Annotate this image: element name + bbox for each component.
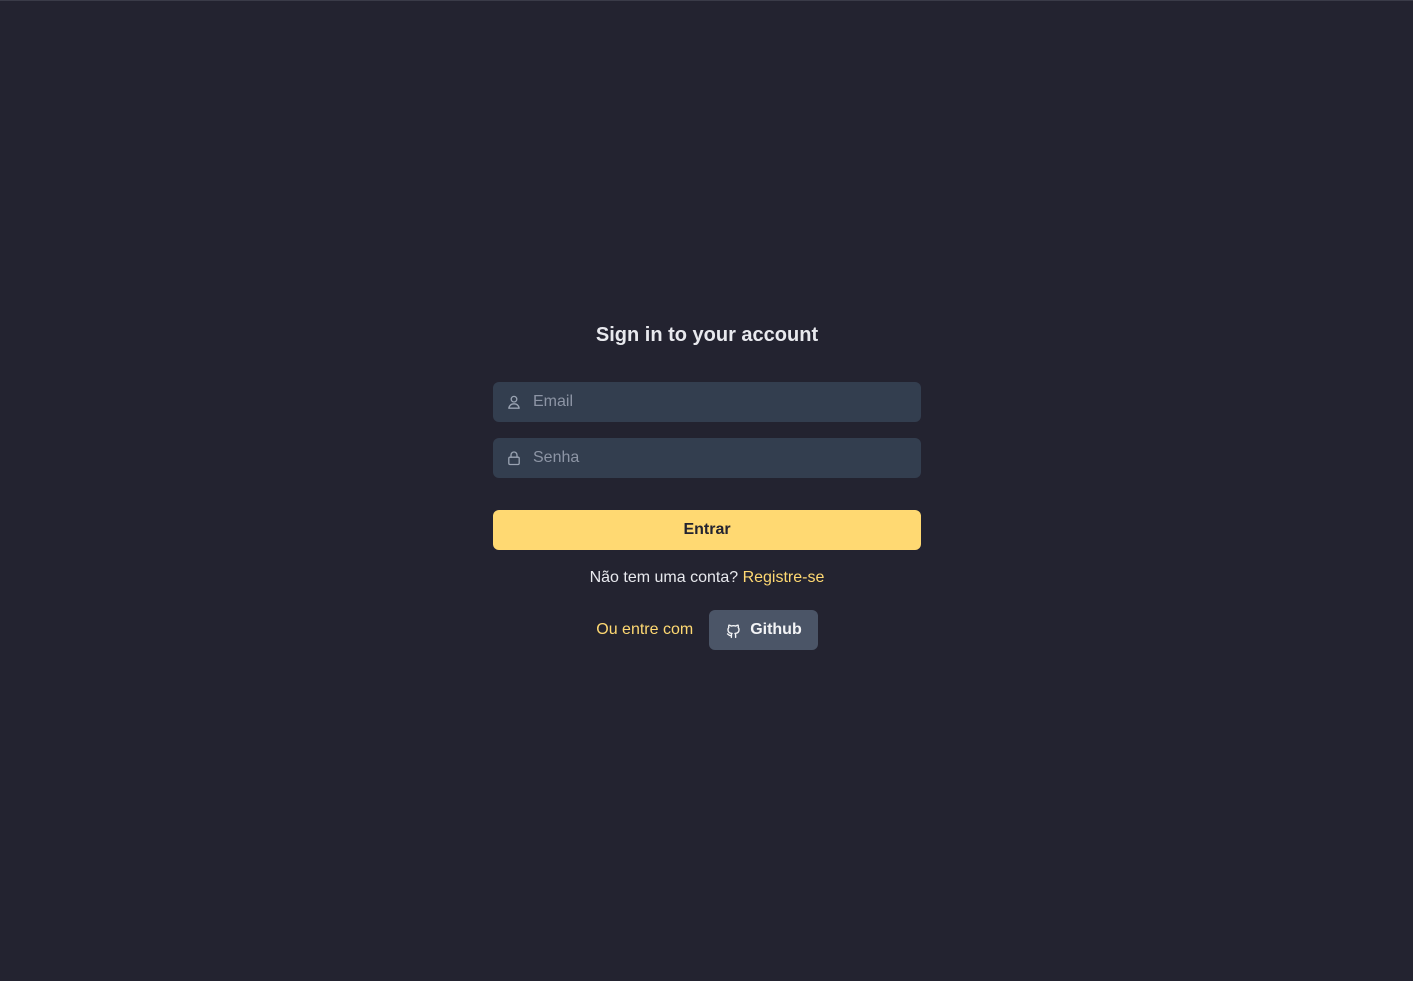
register-link[interactable]: Registre-se [743,569,825,586]
user-icon [508,395,520,409]
submit-button[interactable]: Entrar [493,510,921,550]
lock-icon [508,451,520,466]
login-form: Sign in to your account Entrar Não tem u… [493,319,921,650]
password-field-container [493,438,921,478]
register-prompt: Não tem uma conta? Registre-se [493,566,921,590]
password-input[interactable] [493,438,921,478]
github-icon [727,623,740,638]
email-field-container [493,382,921,422]
page-title: Sign in to your account [595,324,819,346]
social-login: Ou entre com Github [493,610,921,650]
social-login-label: Ou entre com [596,621,694,638]
email-input[interactable] [493,382,921,422]
login-page: Sign in to your account Entrar Não tem u… [0,0,1413,981]
github-login-button[interactable]: Github [709,610,818,650]
register-prompt-text: Não tem uma conta? [589,569,739,586]
github-button-label: Github [750,621,802,638]
